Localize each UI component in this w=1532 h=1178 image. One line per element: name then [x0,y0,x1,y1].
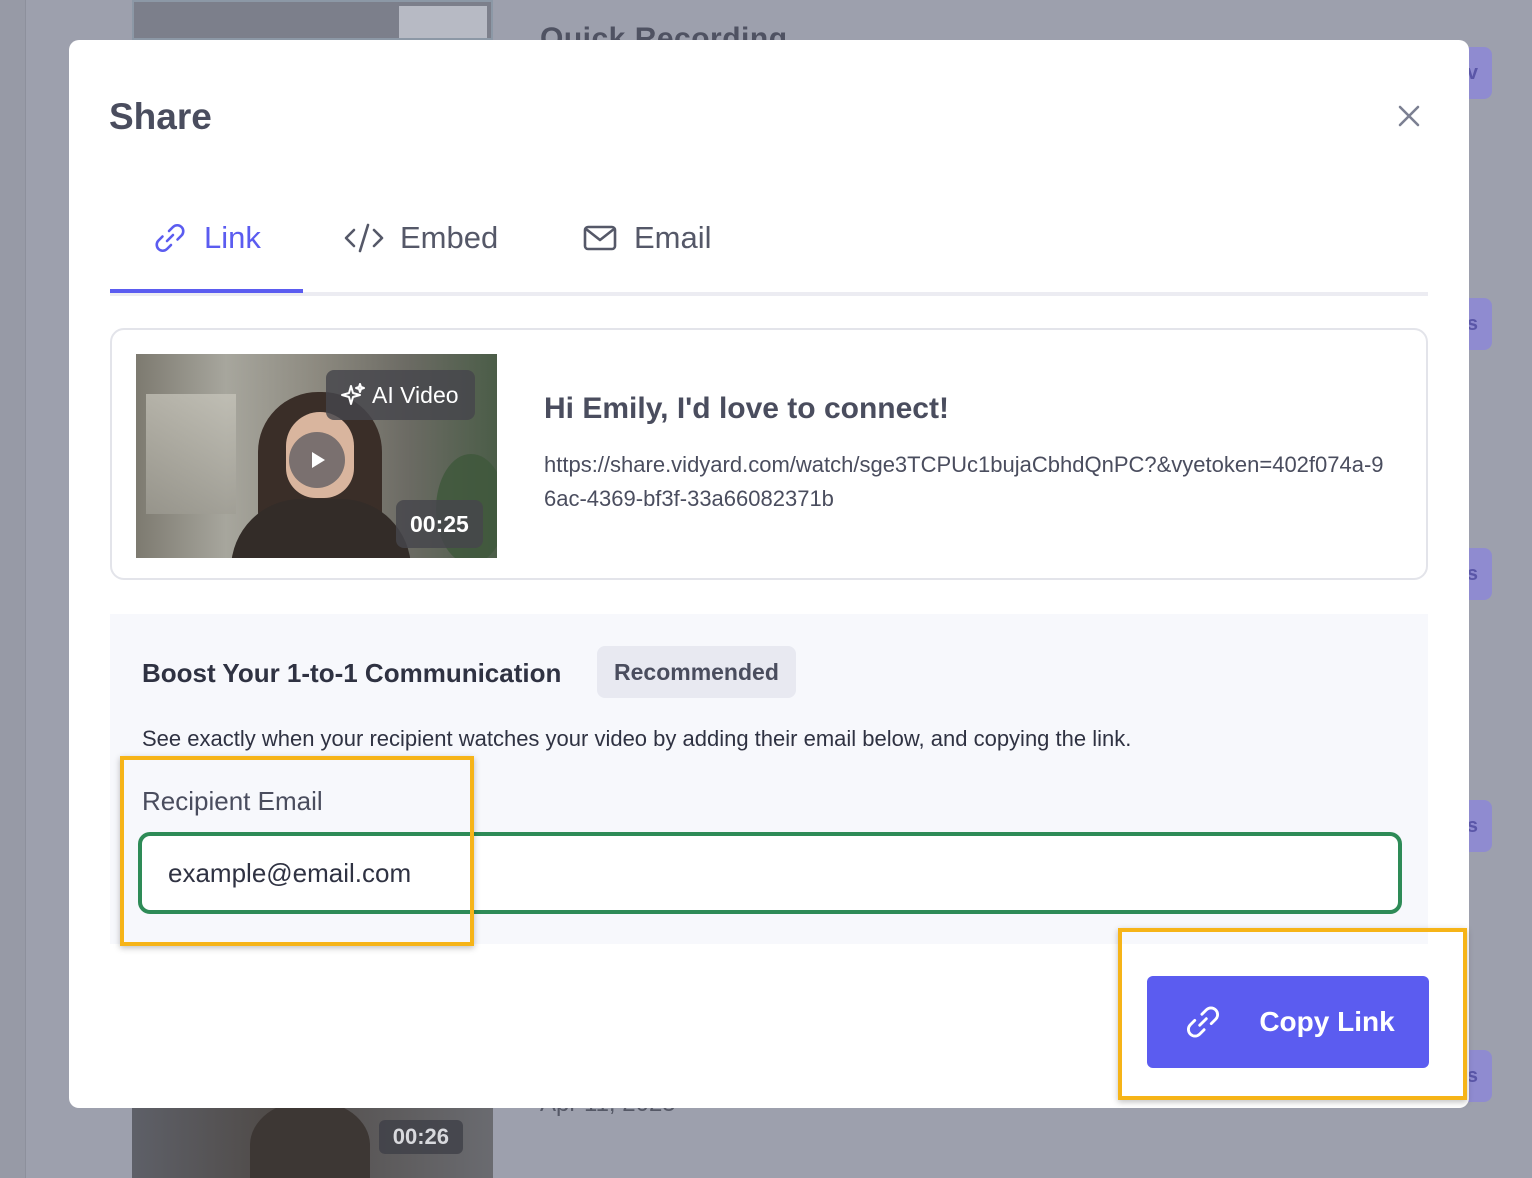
boost-title: Boost Your 1-to-1 Communication [142,658,562,688]
modal-title: Share [109,96,212,137]
boost-description: See exactly when your recipient watches … [142,726,1132,751]
boost-panel: Boost Your 1-to-1 Communication Recommen… [110,614,1428,944]
tab-embed[interactable]: Embed [342,208,498,268]
background-video-thumbnail [132,0,493,40]
tab-email[interactable]: Email [580,208,712,268]
play-icon [312,452,325,468]
close-icon [1398,105,1420,127]
background-sidebar [0,0,26,1178]
video-thumbnail[interactable]: AI Video 00:25 [136,354,497,558]
play-button[interactable] [289,432,345,488]
tab-label: Link [204,220,261,255]
active-tab-indicator [110,289,303,293]
link-icon [155,224,185,252]
recommended-badge: Recommended [597,646,796,698]
link-icon [1187,1006,1220,1038]
code-icon [344,223,384,253]
tab-link[interactable]: Link [150,208,261,268]
tab-label: Email [634,220,712,255]
background-video-thumbnail: 00:26 [132,1108,493,1178]
video-title: Hi Emily, I'd love to connect! [544,392,949,425]
video-card: AI Video 00:25 Hi Emily, I'd love to con… [110,328,1428,580]
duration-badge: 00:25 [396,500,483,548]
tab-label: Embed [400,220,499,255]
ai-video-badge: AI Video [326,370,475,420]
share-tabs: Link Embed Email [110,200,1428,296]
copy-link-button[interactable]: Copy Link [1147,976,1429,1068]
ai-video-label: AI Video [372,381,459,408]
background-duration-badge: 00:26 [378,1120,463,1154]
recipient-email-label: Recipient Email [142,786,323,816]
sparkle-icon [341,383,365,405]
close-button[interactable] [1391,98,1427,134]
recipient-email-input[interactable] [138,832,1402,914]
copy-link-label: Copy Link [1259,1006,1395,1037]
share-modal: Share Link Embed Email AI Video 00:25 Hi… [69,40,1469,1108]
share-url[interactable]: https://share.vidyard.com/watch/sge3TCPU… [544,448,1394,516]
mail-icon [583,225,617,251]
